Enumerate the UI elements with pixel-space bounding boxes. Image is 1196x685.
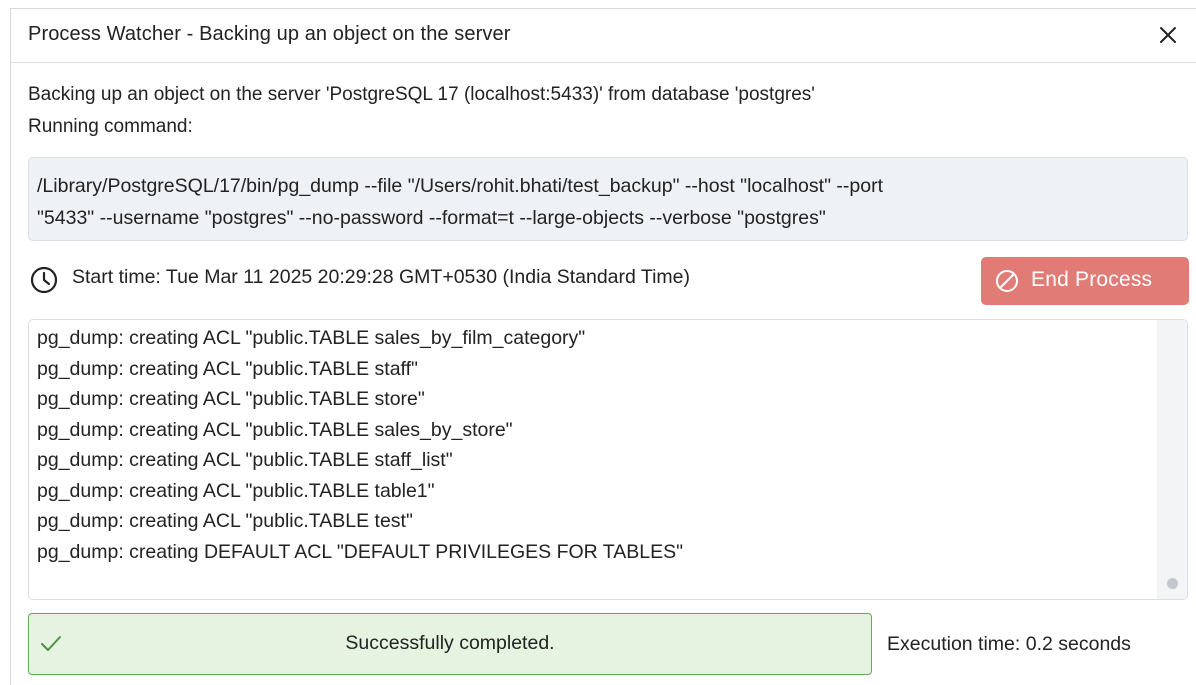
log-line: pg_dump: creating ACL "public.TABLE staf…: [37, 449, 453, 471]
dialog-title: Process Watcher - Backing up an object o…: [28, 23, 511, 45]
log-line: pg_dump: creating ACL "public.TABLE sale…: [37, 418, 513, 441]
log-line: pg_dump: creating ACL "public.TABLE staf…: [37, 357, 418, 380]
execution-time: Execution time: 0.2 seconds: [887, 633, 1131, 655]
command-text-line: "5433" --username "postgres" --no-passwo…: [37, 207, 826, 229]
description-line: Backing up an object on the server 'Post…: [28, 84, 815, 105]
running-command-label: Running command:: [28, 116, 193, 137]
status-text: Successfully completed.: [345, 632, 555, 654]
process-description: Backing up an object on the server 'Post…: [28, 79, 815, 143]
log-line: pg_dump: creating ACL "public.TABLE tabl…: [37, 479, 435, 502]
status-banner: Successfully completed.: [28, 613, 872, 675]
log-lines: pg_dump: creating ACL "public.TABLE sale…: [37, 323, 683, 567]
command-box: /Library/PostgreSQL/17/bin/pg_dump --fil…: [28, 157, 1188, 241]
log-line: pg_dump: creating ACL "public.TABLE test…: [37, 510, 413, 532]
end-process-button[interactable]: End Process: [981, 257, 1189, 305]
close-icon: [1160, 27, 1176, 43]
log-scrollbar[interactable]: [1157, 320, 1187, 599]
end-process-label: End Process: [1031, 268, 1153, 291]
dialog-header: Process Watcher - Backing up an object o…: [11, 9, 1196, 63]
log-line: pg_dump: creating ACL "public.TABLE stor…: [37, 388, 425, 410]
ban-icon: [996, 270, 1018, 292]
start-time-text: Start time: Tue Mar 11 2025 20:29:28 GMT…: [72, 266, 691, 288]
log-line: pg_dump: creating DEFAULT ACL "DEFAULT P…: [37, 540, 684, 563]
start-time-row: Start time: Tue Mar 11 2025 20:29:28 GMT…: [28, 257, 1189, 307]
process-watcher-dialog: Process Watcher - Backing up an object o…: [10, 8, 1196, 685]
close-button[interactable]: [1156, 23, 1180, 47]
scrollbar-thumb[interactable]: [1167, 578, 1178, 589]
process-log[interactable]: pg_dump: creating ACL "public.TABLE sale…: [28, 319, 1188, 600]
log-line: pg_dump: creating ACL "public.TABLE sale…: [37, 327, 586, 349]
command-text-line: /Library/PostgreSQL/17/bin/pg_dump --fil…: [37, 175, 883, 197]
clock-icon: [30, 266, 58, 294]
